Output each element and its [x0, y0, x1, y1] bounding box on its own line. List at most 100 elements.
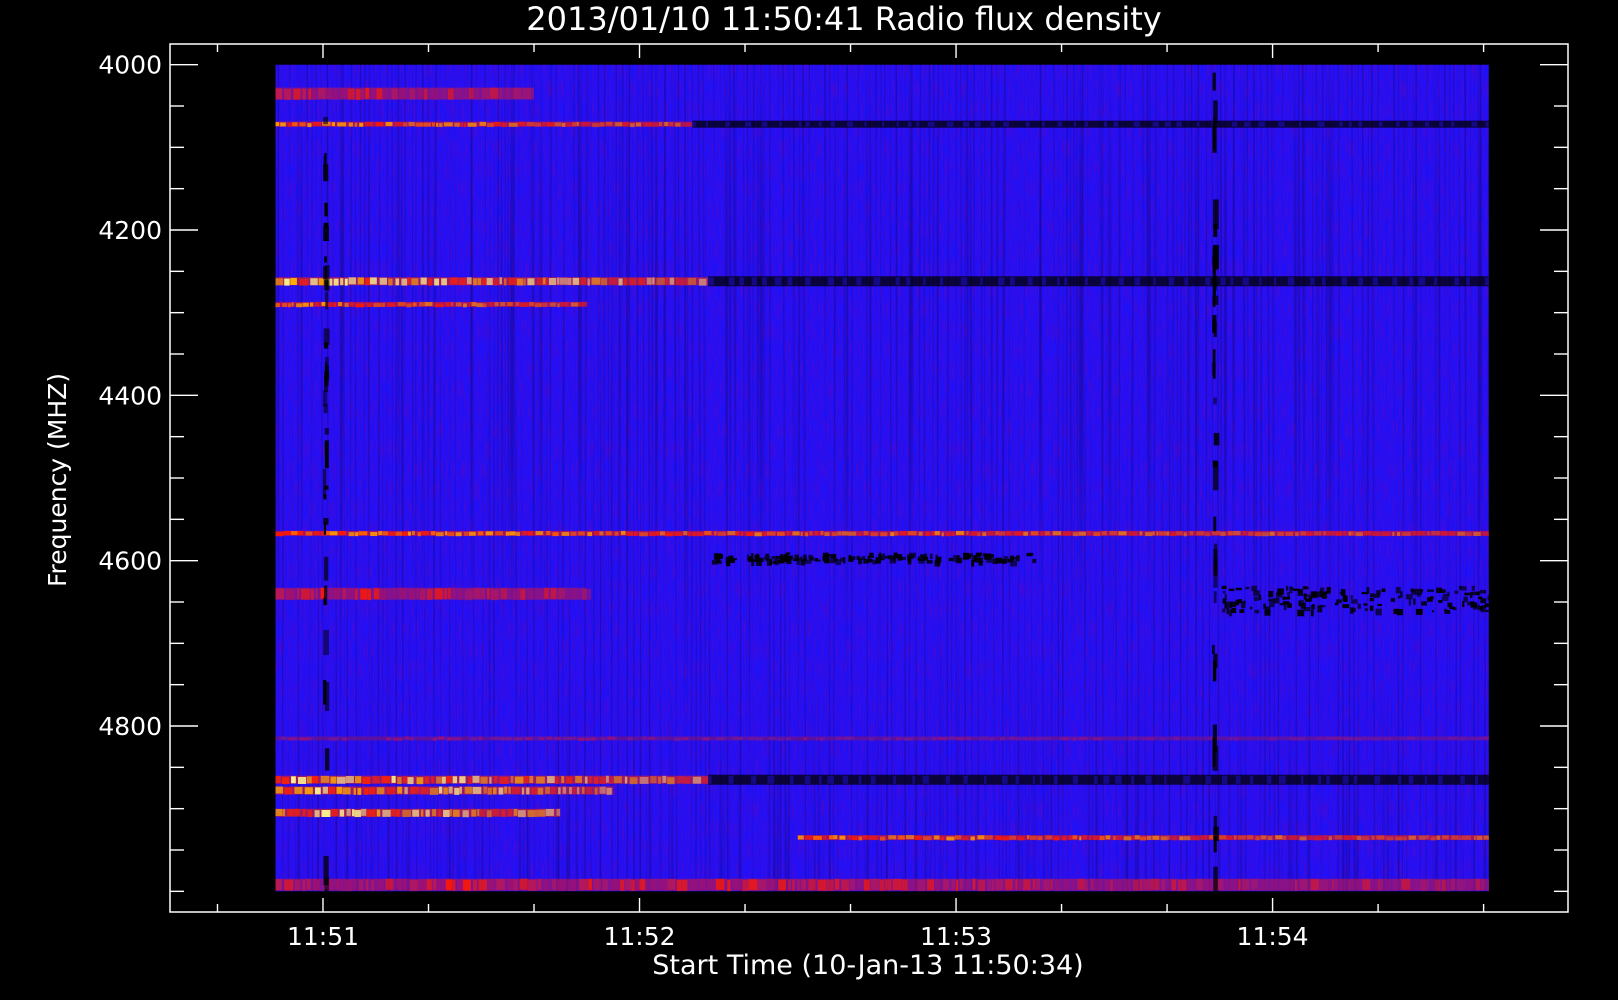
- band-segment: [507, 878, 514, 890]
- band-dark-gap: [798, 121, 802, 127]
- band-dark-gap: [1372, 277, 1378, 286]
- band-segment: [458, 278, 467, 286]
- band-4815: [275, 736, 1489, 741]
- x-tick-label: 11:54: [1237, 922, 1309, 951]
- band-segment: [1189, 531, 1194, 536]
- band-segment: [322, 786, 329, 794]
- dark-patch-fleck: [792, 558, 798, 562]
- dark-patch-fleck: [1438, 600, 1443, 603]
- band-segment: [275, 808, 282, 816]
- dark-column-fleck: [1212, 122, 1216, 150]
- band-segment: [448, 786, 453, 794]
- band-segment: [862, 736, 869, 740]
- dark-patch-fleck: [1471, 585, 1475, 591]
- y-tick-label: 4600: [98, 547, 162, 576]
- band-dark-gap: [1205, 277, 1211, 286]
- band-segment: [382, 531, 389, 536]
- band-segment: [290, 277, 297, 285]
- dark-patch-fleck: [746, 554, 750, 560]
- band-segment: [1268, 737, 1277, 741]
- band-segment: [727, 530, 736, 535]
- band-dark-gap: [1145, 775, 1152, 784]
- band-segment: [1324, 736, 1333, 740]
- band-segment: [1154, 737, 1160, 741]
- dark-patch-fleck: [1286, 602, 1291, 605]
- band-segment: [397, 776, 402, 784]
- band-segment: [409, 588, 415, 600]
- band-segment: [566, 776, 573, 784]
- band-segment: [807, 737, 814, 741]
- band-segment: [523, 776, 529, 784]
- band-segment: [537, 787, 544, 795]
- band-segment: [1015, 737, 1021, 741]
- band-segment: [420, 787, 429, 795]
- band-segment: [283, 530, 291, 535]
- band-dark-gap: [1094, 775, 1098, 784]
- band-dark-gap: [922, 775, 929, 784]
- band-segment: [1475, 878, 1481, 890]
- band-segment: [732, 878, 742, 890]
- band-segment: [1427, 736, 1431, 740]
- band-segment: [498, 787, 504, 795]
- band-segment: [508, 277, 517, 285]
- band-dark-gap: [1342, 775, 1349, 784]
- band-segment: [331, 122, 335, 127]
- band-segment: [1457, 879, 1466, 891]
- dark-patch-fleck: [1277, 588, 1282, 596]
- band-segment: [614, 531, 619, 536]
- band-segment: [395, 531, 403, 536]
- band-segment: [386, 787, 396, 795]
- band-segment: [1140, 836, 1147, 841]
- band-segment: [395, 278, 400, 286]
- band-segment: [656, 531, 660, 536]
- band-segment: [591, 277, 601, 285]
- band-segment: [826, 880, 834, 892]
- band-segment: [508, 786, 511, 794]
- band-segment: [1204, 879, 1213, 891]
- band-segment: [1035, 737, 1041, 741]
- dark-patch-fleck: [893, 552, 898, 559]
- band-segment: [890, 532, 895, 537]
- band-segment: [308, 88, 312, 100]
- band-segment: [1396, 532, 1401, 537]
- band-segment: [803, 737, 808, 741]
- dark-patch-fleck: [1251, 585, 1258, 592]
- dark-column-fleck: [324, 365, 329, 382]
- dark-patch-fleck: [825, 560, 829, 563]
- band-segment: [432, 878, 437, 890]
- band-segment: [531, 787, 538, 795]
- band-segment: [504, 786, 508, 794]
- band-dark-gap: [980, 277, 983, 286]
- band-segment: [1068, 835, 1073, 840]
- dark-patch-fleck: [1268, 590, 1274, 598]
- band-segment: [998, 531, 1006, 536]
- band-segment: [568, 787, 572, 795]
- band-dark-gap: [1258, 121, 1265, 127]
- band-segment: [677, 776, 684, 784]
- band-segment: [566, 589, 572, 601]
- band-segment: [551, 879, 557, 891]
- band-dark-gap: [1183, 775, 1191, 784]
- band-segment: [1260, 835, 1267, 840]
- band-segment: [435, 303, 444, 308]
- band-segment: [942, 879, 950, 891]
- band-segment: [954, 835, 962, 840]
- band-segment: [578, 301, 582, 306]
- band-segment: [1333, 736, 1342, 740]
- band-segment: [1465, 532, 1472, 537]
- band-segment: [528, 879, 537, 891]
- band-segment: [387, 302, 396, 307]
- band-segment: [543, 880, 550, 892]
- band-4905: [275, 808, 561, 818]
- band-dark-gap: [705, 121, 708, 127]
- band-4992: [275, 878, 1489, 892]
- band-segment: [339, 809, 345, 817]
- dark-patch-fleck: [1032, 558, 1037, 564]
- band-segment: [1471, 737, 1475, 741]
- band-segment: [1226, 835, 1233, 840]
- band-segment: [1044, 531, 1050, 536]
- dark-column-fleck: [324, 202, 328, 217]
- dark-patch-fleck: [1485, 609, 1489, 613]
- band-segment: [455, 532, 462, 537]
- band-segment: [336, 786, 343, 794]
